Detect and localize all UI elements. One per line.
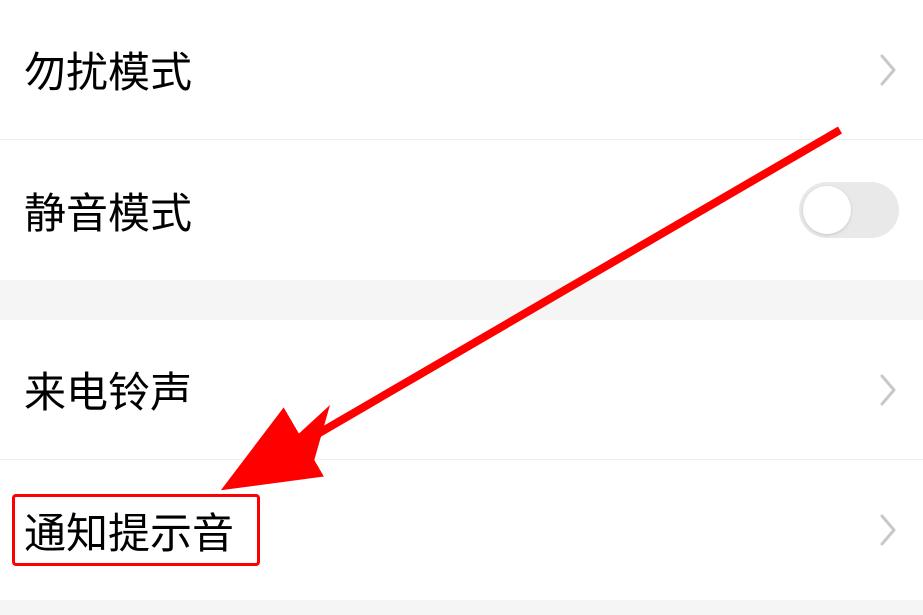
row-ringtone[interactable]: 来电铃声 <box>0 320 923 460</box>
silent-mode-toggle[interactable] <box>799 182 899 238</box>
row-label: 来电铃声 <box>24 359 192 420</box>
row-do-not-disturb[interactable]: 勿扰模式 <box>0 0 923 140</box>
row-silent-mode[interactable]: 静音模式 <box>0 140 923 280</box>
row-notification-sound[interactable]: 通知提示音 <box>0 460 923 600</box>
section-gap <box>0 280 923 320</box>
row-label: 勿扰模式 <box>24 39 192 100</box>
chevron-right-icon <box>879 372 899 408</box>
chevron-right-icon <box>879 512 899 548</box>
row-label: 静音模式 <box>24 180 192 241</box>
settings-list: 勿扰模式 静音模式 来电铃声 通知提示音 <box>0 0 923 600</box>
toggle-knob <box>803 186 851 234</box>
row-label: 通知提示音 <box>24 500 234 561</box>
chevron-right-icon <box>879 52 899 88</box>
